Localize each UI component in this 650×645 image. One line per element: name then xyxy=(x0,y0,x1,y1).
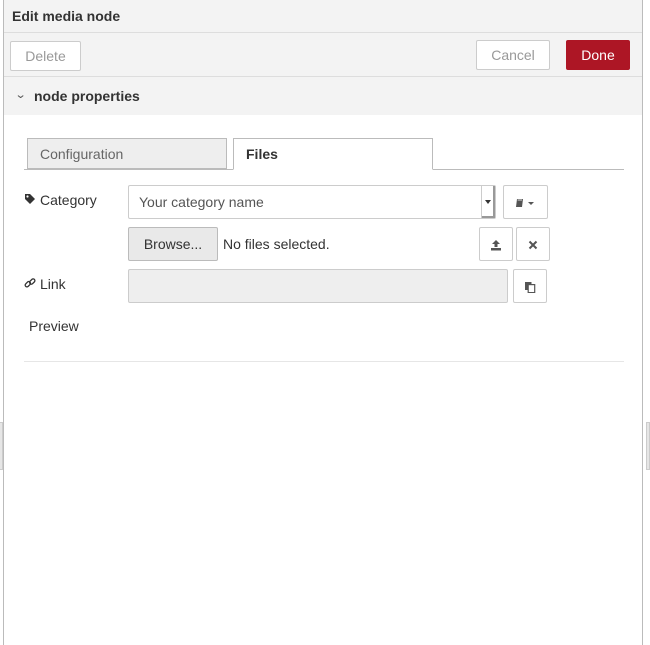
right-resize-handle[interactable] xyxy=(646,422,650,470)
tray-header: Edit media node xyxy=(4,0,642,33)
chevron-down-icon: ⌄ xyxy=(14,89,27,101)
browse-button[interactable]: Browse... xyxy=(128,227,218,261)
cancel-button[interactable]: Cancel xyxy=(476,40,550,70)
tab-files[interactable]: Files xyxy=(233,138,433,170)
category-select-value: Your category name xyxy=(139,194,264,210)
delete-button[interactable]: Delete xyxy=(10,41,81,71)
category-select[interactable]: Your category name xyxy=(128,185,496,219)
done-button[interactable]: Done xyxy=(566,40,630,70)
divider xyxy=(24,361,624,362)
node-properties-header[interactable]: ⌄ node properties xyxy=(4,77,642,115)
section-title: node properties xyxy=(34,88,140,104)
copy-link-button[interactable] xyxy=(513,269,547,303)
category-label: Category xyxy=(24,192,97,208)
clear-file-button[interactable] xyxy=(516,227,550,261)
upload-icon xyxy=(490,239,502,251)
link-label-text: Link xyxy=(40,276,66,292)
category-label-text: Category xyxy=(40,192,97,208)
tag-icon xyxy=(24,193,40,205)
tray-title: Edit media node xyxy=(12,8,121,24)
copy-icon xyxy=(524,281,536,293)
select-dropdown-arrow[interactable] xyxy=(481,186,495,218)
edit-tray: Edit media node Delete Cancel Done ⌄ nod… xyxy=(3,0,643,645)
tab-bar: Configuration Files xyxy=(24,138,624,170)
category-menu-button[interactable] xyxy=(503,185,548,219)
tray-toolbar: Delete Cancel Done xyxy=(4,33,642,77)
link-label: Link xyxy=(24,276,66,292)
file-status-text: No files selected. xyxy=(223,236,330,252)
preview-label: Preview xyxy=(29,318,79,334)
tab-configuration[interactable]: Configuration xyxy=(27,138,227,169)
upload-button[interactable] xyxy=(479,227,513,261)
book-icon xyxy=(515,197,537,209)
close-icon xyxy=(528,240,538,250)
link-icon xyxy=(24,277,40,289)
link-input[interactable] xyxy=(128,269,508,303)
